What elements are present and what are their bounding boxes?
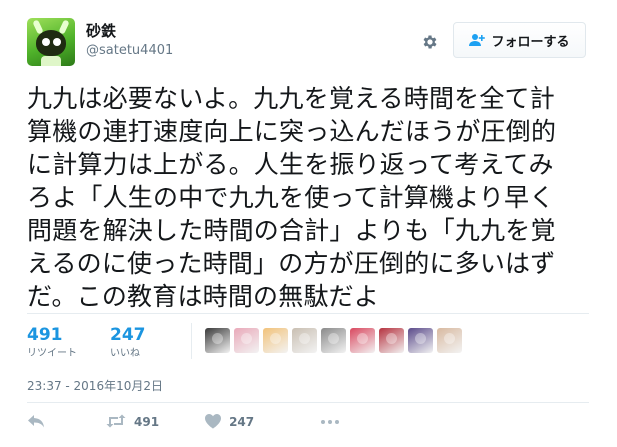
liker-avatar[interactable] [321,328,346,353]
like-count: 247 [110,325,146,345]
tweet-timestamp[interactable]: 23:37 - 2016年10月2日 [27,377,163,394]
follow-button[interactable]: フォローする [453,22,586,58]
tweet-text: 九九は必要ないよ。九九を覚える時間を全て計 算機の連打速度向上に突っ込んだほうが… [27,84,557,311]
avatar-face [36,30,66,56]
retweet-label: リツイート [27,348,77,359]
action-bar: 491 247 [27,412,254,432]
user-handle[interactable]: @satetu4401 [86,43,173,58]
user-avatar[interactable] [27,18,75,66]
liker-avatar[interactable] [234,328,259,353]
stat-separator [191,323,192,359]
divider-bottom [27,402,589,403]
avatar-body [41,56,61,66]
avatar-eye-left [42,38,50,46]
retweet-action-count: 491 [134,415,160,429]
user-display-name[interactable]: 砂鉄 [86,20,116,41]
divider-top [27,313,589,314]
like-stat[interactable]: 247 いいね [110,325,146,361]
avatar-eye-right [53,38,61,46]
liker-avatars [205,328,462,353]
retweet-button[interactable]: 491 [105,414,159,431]
like-action-count: 247 [229,415,255,429]
like-label: いいね [110,348,140,359]
person-plus-icon [469,33,486,47]
more-dot [328,420,332,424]
liker-avatar[interactable] [408,328,433,353]
tweet-card: 砂鉄 @satetu4401 フォローする 九九は必要ないよ。九九を覚える時間を… [0,0,617,447]
reply-icon [27,414,45,431]
liker-avatar[interactable] [437,328,462,353]
liker-avatar[interactable] [263,328,288,353]
like-button[interactable]: 247 [204,413,254,432]
reply-button[interactable] [27,414,45,431]
liker-avatar[interactable] [379,328,404,353]
gear-icon-graphic [423,35,437,49]
retweet-count: 491 [27,325,63,345]
more-dot [335,420,339,424]
heart-icon [204,413,222,432]
gear-icon[interactable] [419,31,441,53]
more-dots-icon[interactable] [321,412,339,432]
liker-avatar[interactable] [350,328,375,353]
liker-avatar[interactable] [292,328,317,353]
follow-button-label: フォローする [491,34,570,50]
retweet-icon [105,414,127,431]
liker-avatar[interactable] [205,328,230,353]
retweet-stat[interactable]: 491 リツイート [27,325,77,361]
more-dot [321,420,325,424]
